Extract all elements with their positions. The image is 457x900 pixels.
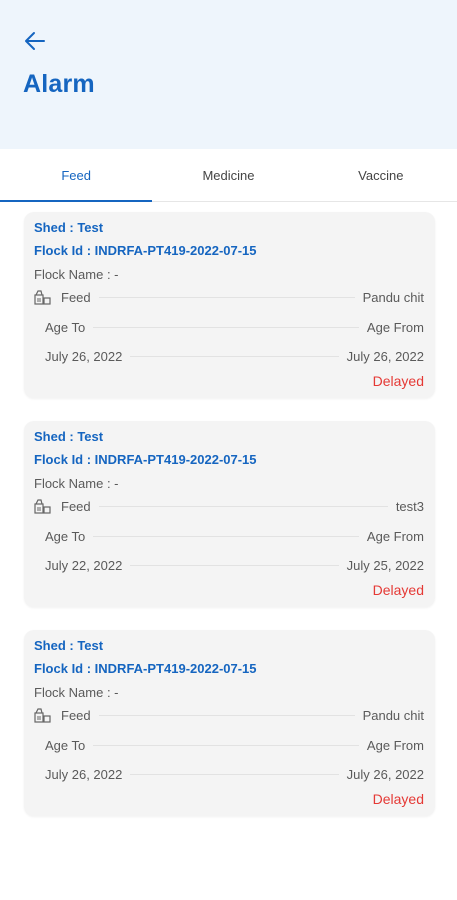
alarm-card[interactable]: Shed : Test Flock Id : INDRFA-PT419-2022… [24, 630, 435, 816]
age-from-label: Age From [366, 738, 424, 753]
age-to-label: Age To [45, 529, 86, 544]
feed-bag-icon [34, 290, 51, 305]
alarm-card[interactable]: Shed : Test Flock Id : INDRFA-PT419-2022… [24, 421, 435, 607]
feed-bag-icon [34, 708, 51, 723]
age-from-date: July 25, 2022 [346, 558, 424, 573]
tab-medicine[interactable]: Medicine [152, 149, 304, 201]
age-to-date: July 26, 2022 [45, 767, 123, 782]
feed-row: Feed Pandu chit [34, 290, 424, 305]
status-badge: Delayed [372, 373, 424, 389]
divider-line [130, 356, 339, 357]
feed-row: Feed test3 [34, 499, 424, 514]
age-to-date: July 22, 2022 [45, 558, 123, 573]
flock-id-label: Flock Id : INDRFA-PT419-2022-07-15 [34, 661, 257, 676]
page-title: Alarm [23, 70, 95, 98]
flock-id-label: Flock Id : INDRFA-PT419-2022-07-15 [34, 243, 257, 258]
item-name: test3 [395, 499, 424, 514]
divider-line [130, 565, 339, 566]
age-row: Age To Age From [34, 738, 424, 753]
type-label: Feed [61, 290, 91, 305]
age-to-label: Age To [45, 320, 86, 335]
type-label: Feed [61, 708, 91, 723]
flock-id-label: Flock Id : INDRFA-PT419-2022-07-15 [34, 452, 257, 467]
shed-label: Shed : Test [34, 429, 104, 444]
divider-line [93, 745, 359, 746]
item-name: Pandu chit [362, 290, 424, 305]
age-from-label: Age From [366, 529, 424, 544]
feed-bag-icon [34, 499, 51, 514]
age-from-date: July 26, 2022 [346, 349, 424, 364]
age-row: Age To Age From [34, 529, 424, 544]
age-from-date: July 26, 2022 [346, 767, 424, 782]
age-from-label: Age From [366, 320, 424, 335]
status-badge: Delayed [372, 582, 424, 598]
feed-row: Feed Pandu chit [34, 708, 424, 723]
type-label: Feed [61, 499, 91, 514]
back-button[interactable] [20, 26, 50, 56]
status-badge: Delayed [372, 791, 424, 807]
divider-line [98, 715, 355, 716]
divider-line [98, 297, 355, 298]
date-row: July 26, 2022 July 26, 2022 [34, 767, 424, 782]
flock-name-label: Flock Name : - [34, 267, 119, 282]
flock-name-label: Flock Name : - [34, 685, 119, 700]
tab-bar: Feed Medicine Vaccine [0, 149, 457, 202]
age-row: Age To Age From [34, 320, 424, 335]
divider-line [130, 774, 339, 775]
tab-feed[interactable]: Feed [0, 149, 153, 202]
divider-line [93, 327, 359, 328]
divider-line [93, 536, 359, 537]
age-to-date: July 26, 2022 [45, 349, 123, 364]
age-to-label: Age To [45, 738, 86, 753]
app-header: Alarm [0, 0, 457, 149]
flock-name-label: Flock Name : - [34, 476, 119, 491]
shed-label: Shed : Test [34, 220, 104, 235]
date-row: July 26, 2022 July 26, 2022 [34, 349, 424, 364]
divider-line [98, 506, 388, 507]
alarm-card[interactable]: Shed : Test Flock Id : INDRFA-PT419-2022… [24, 212, 435, 398]
item-name: Pandu chit [362, 708, 424, 723]
tab-vaccine[interactable]: Vaccine [305, 149, 457, 201]
arrow-left-icon [25, 32, 45, 50]
shed-label: Shed : Test [34, 638, 104, 653]
date-row: July 22, 2022 July 25, 2022 [34, 558, 424, 573]
